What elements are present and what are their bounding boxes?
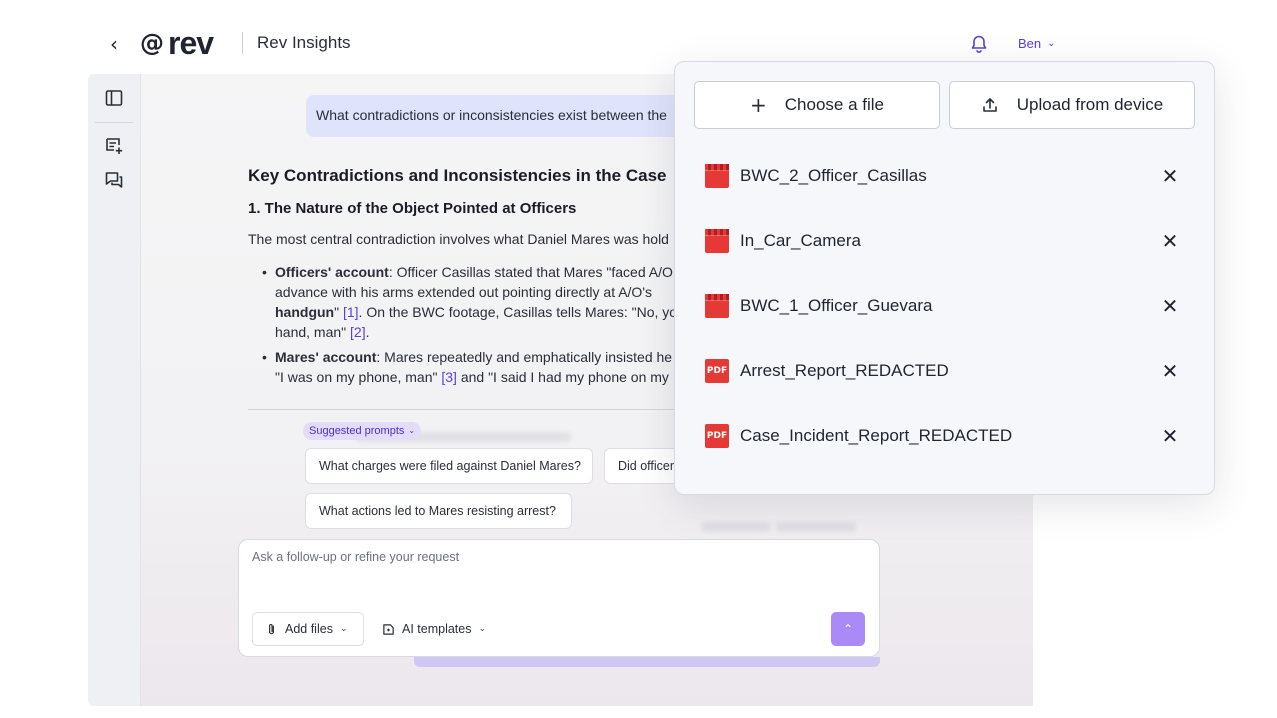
file-name: In_Car_Camera [740, 231, 861, 250]
bullet-label: Mares' account [275, 349, 377, 365]
attached-file-row: BWC_2_Officer_Casillas ✕ [705, 161, 1180, 191]
citation-link[interactable]: [1] [343, 304, 359, 320]
rev-logo-wordmark: rev [168, 25, 214, 61]
video-file-icon [705, 229, 729, 253]
response-intro: The most central contradiction involves … [248, 231, 669, 247]
file-name: BWC_2_Officer_Casillas [740, 166, 927, 185]
message-composer: Add files ⌄ AI templates ⌄ ⌃ [238, 539, 880, 657]
back-arrow-icon[interactable]: ‹ [110, 34, 130, 54]
upload-from-device-button[interactable]: Upload from device [949, 81, 1195, 129]
video-file-icon [705, 294, 729, 318]
chevron-down-icon: ⌄ [408, 426, 416, 435]
composer-accent [414, 657, 880, 667]
suggested-prompt-chip[interactable]: What charges were filed against Daniel M… [305, 448, 593, 484]
close-icon[interactable]: ✕ [1160, 231, 1180, 251]
close-icon[interactable]: ✕ [1160, 361, 1180, 381]
chevron-down-icon: ⌄ [478, 624, 487, 634]
file-name: Arrest_Report_REDACTED [740, 361, 949, 380]
send-button[interactable]: ⌃ [831, 612, 865, 646]
file-name: Case_Incident_Report_REDACTED [740, 426, 1013, 445]
rail-divider [95, 122, 133, 123]
attached-file-row: BWC_1_Officer_Guevara ✕ [705, 291, 1180, 321]
upload-icon [982, 98, 997, 112]
file-name: BWC_1_Officer_Guevara [740, 296, 933, 315]
header-divider [242, 32, 243, 54]
template-icon [383, 623, 394, 635]
rev-logo-mark-icon: @ [140, 29, 164, 57]
left-rail [88, 74, 141, 706]
chevron-down-icon: ⌄ [1047, 38, 1056, 49]
chevron-down-icon: ⌄ [339, 624, 348, 634]
attached-file-row: PDF Arrest_Report_REDACTED ✕ [705, 356, 1180, 386]
sidebar-toggle-icon[interactable] [104, 88, 124, 108]
bullet-label: Officers' account [275, 264, 389, 280]
video-file-icon [705, 164, 729, 188]
pdf-file-icon: PDF [705, 424, 729, 448]
blurred-text [701, 522, 771, 532]
suggested-prompt-chip[interactable]: What actions led to Mares resisting arre… [305, 493, 572, 529]
paperclip-icon [269, 623, 274, 634]
close-icon[interactable]: ✕ [1160, 296, 1180, 316]
attached-file-row: PDF Case_Incident_Report_REDACTED ✕ [705, 421, 1180, 451]
choose-file-button[interactable]: + Choose a file [694, 81, 940, 129]
app-title: Rev Insights [257, 33, 351, 52]
add-files-button[interactable]: Add files ⌄ [252, 612, 364, 646]
pdf-file-icon: PDF [705, 359, 729, 383]
bell-icon[interactable] [969, 34, 989, 54]
ai-templates-button[interactable]: AI templates ⌄ [382, 612, 486, 646]
user-menu[interactable]: Ben ⌄ [1018, 36, 1056, 51]
chat-history-icon[interactable] [104, 170, 124, 190]
citation-link[interactable]: [3] [441, 369, 457, 385]
response-subheading: 1. The Nature of the Object Pointed at O… [248, 200, 577, 217]
blurred-text [776, 522, 856, 532]
plus-icon: + [750, 93, 767, 117]
attached-file-row: In_Car_Camera ✕ [705, 226, 1180, 256]
user-message-bubble: What contradictions or inconsistencies e… [306, 95, 726, 137]
suggested-prompts-toggle[interactable]: Suggested prompts ⌄ [303, 422, 422, 440]
rev-logo[interactable]: @ rev [140, 25, 214, 61]
follow-up-input[interactable] [252, 550, 852, 564]
response-heading: Key Contradictions and Inconsistencies i… [248, 166, 667, 185]
close-icon[interactable]: ✕ [1160, 426, 1180, 446]
citation-link[interactable]: [2] [350, 324, 366, 340]
chevron-up-icon: ⌃ [842, 622, 854, 636]
new-chat-icon[interactable] [104, 136, 124, 156]
close-icon[interactable]: ✕ [1160, 166, 1180, 186]
user-name: Ben [1018, 36, 1042, 51]
file-picker-popover: + Choose a file Upload from device BWC_2… [674, 61, 1215, 495]
